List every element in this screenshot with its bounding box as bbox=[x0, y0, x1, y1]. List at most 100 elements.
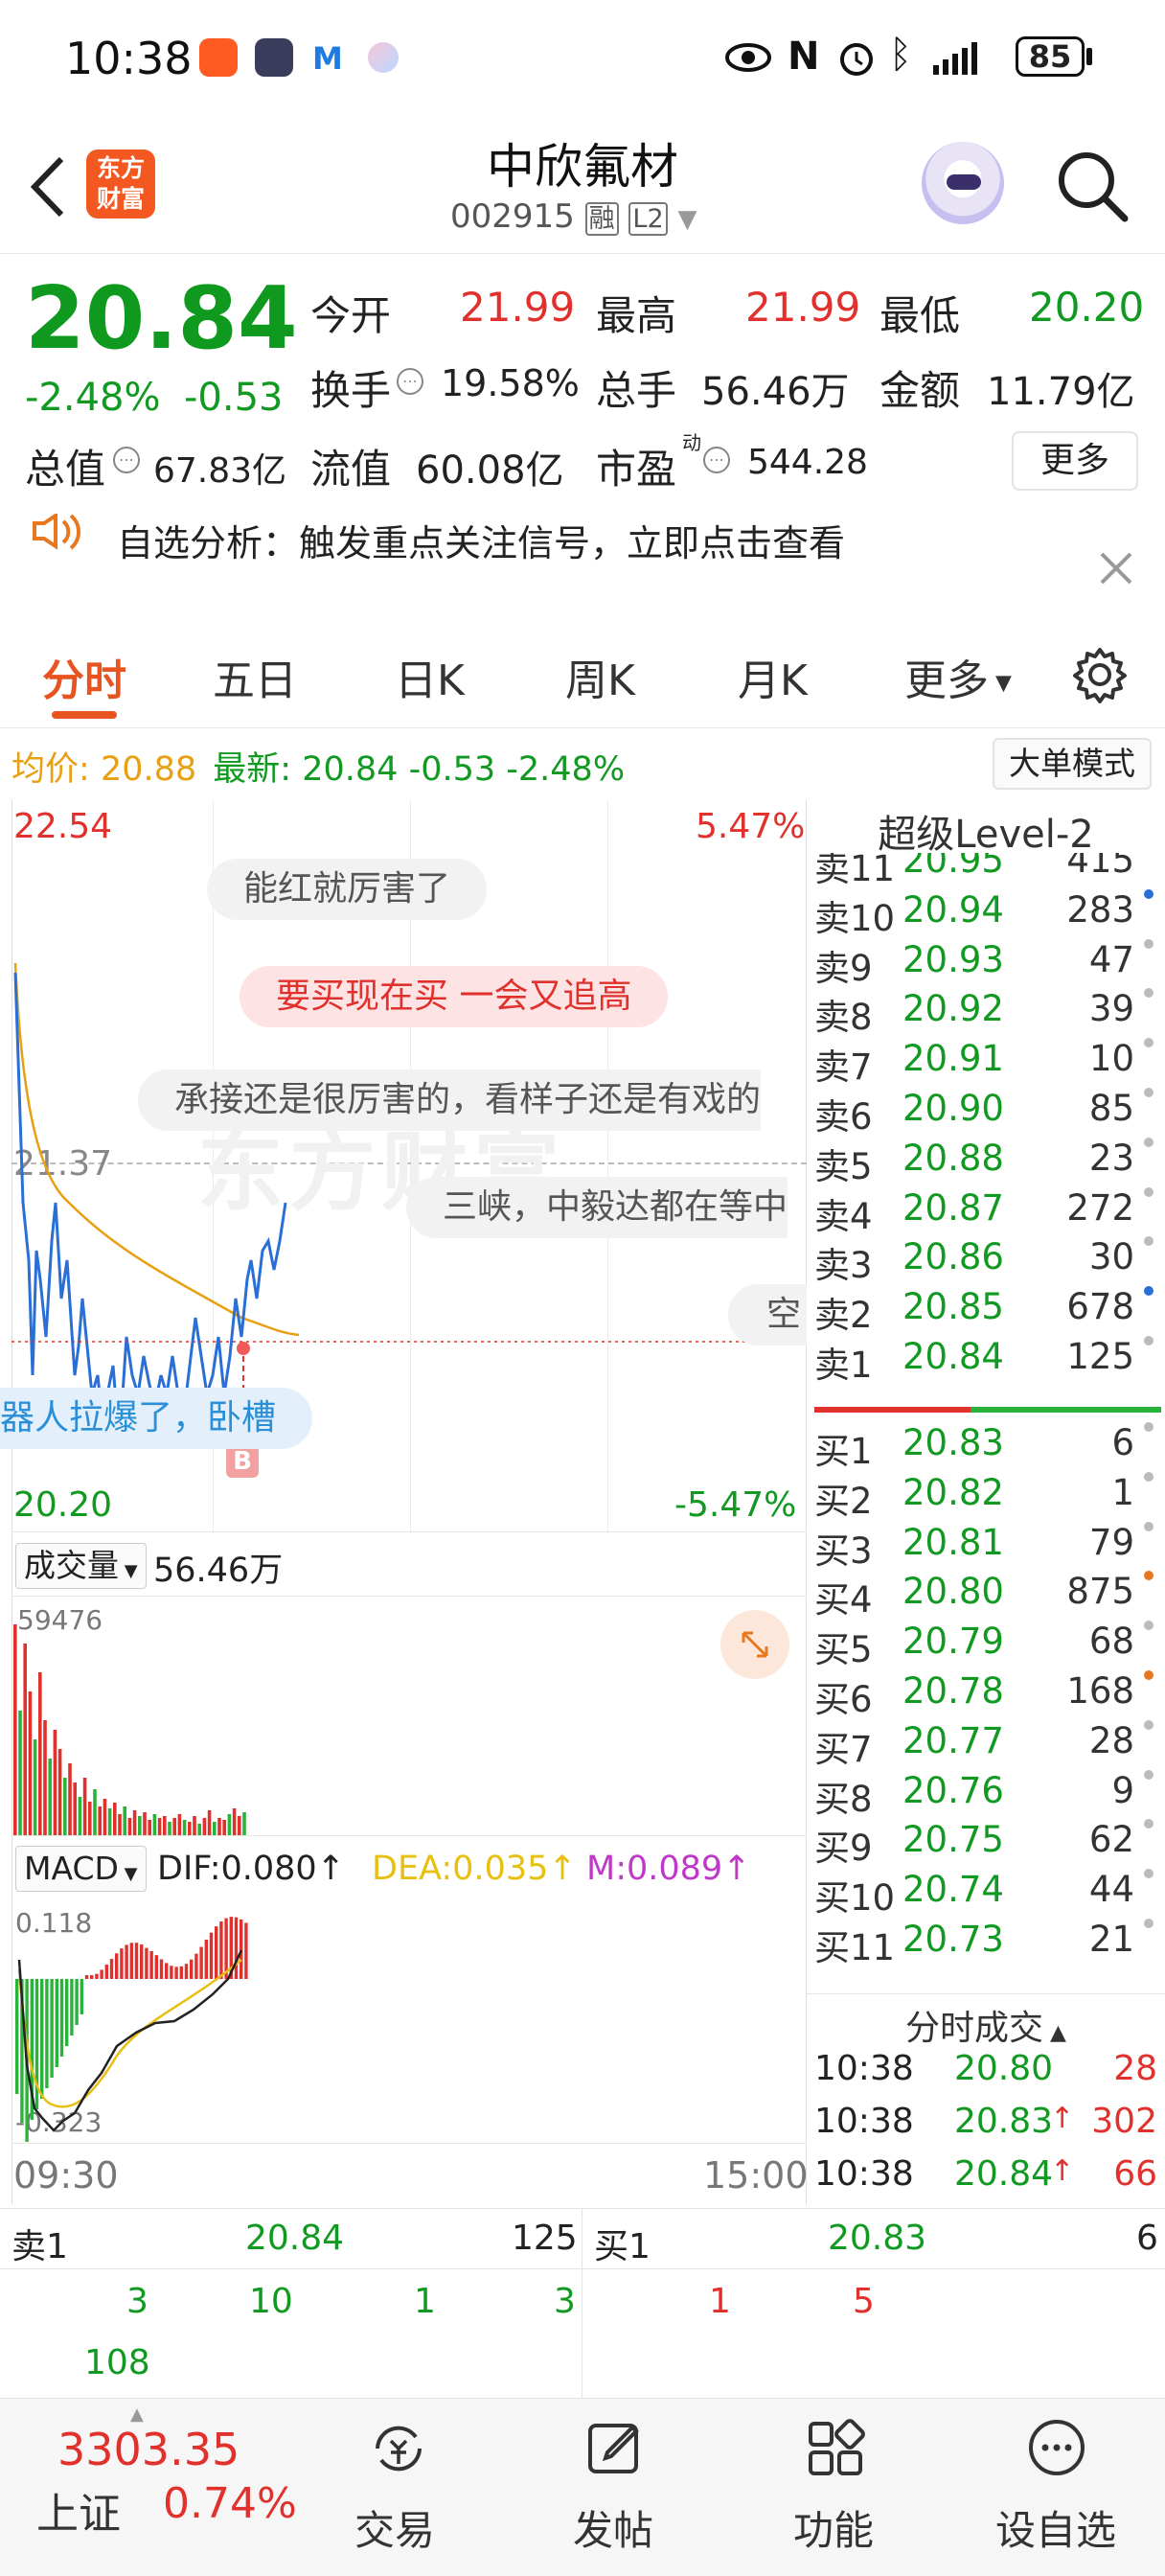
macd-indicator-selector[interactable]: MACD ▼ bbox=[15, 1846, 147, 1892]
big-order-dot-icon bbox=[1144, 938, 1154, 949]
buy-marker-badge[interactable]: B bbox=[226, 1445, 259, 1478]
volume-bar bbox=[238, 1816, 241, 1835]
ask-label: 卖2 bbox=[814, 1295, 873, 1337]
status-time: 10:38 bbox=[65, 33, 193, 84]
bid-row[interactable]: 买10 20.74 44 bbox=[814, 1869, 1159, 1919]
danmaku-bubble[interactable]: 能红就厉害了 bbox=[207, 859, 488, 920]
close-icon[interactable] bbox=[1098, 550, 1134, 586]
big-order-mode-button[interactable]: 大单模式 bbox=[993, 738, 1152, 790]
danmaku-bubble[interactable]: 空 bbox=[728, 1284, 807, 1346]
ask-row[interactable]: 卖3 20.86 30 bbox=[814, 1236, 1159, 1286]
macd-bar bbox=[100, 1969, 103, 1979]
ask-row[interactable]: 卖1 20.84 125 bbox=[814, 1336, 1159, 1386]
stock-code-row[interactable]: 002915 融 L2 ▼ bbox=[450, 197, 697, 236]
tab-monthly-k[interactable]: 月K bbox=[738, 646, 808, 707]
volume-bar bbox=[73, 1782, 77, 1835]
ask-volume: 272 bbox=[1066, 1186, 1134, 1229]
tick-time: 10:38 bbox=[814, 2049, 914, 2088]
bid-row[interactable]: 买1 20.83 6 bbox=[814, 1422, 1159, 1472]
queue-sell-volume: 125 bbox=[512, 2219, 578, 2258]
bid-row[interactable]: 买3 20.81 79 bbox=[814, 1521, 1159, 1572]
ask-row[interactable]: 卖11 20.95 415 bbox=[814, 853, 1159, 889]
alarm-icon bbox=[840, 43, 873, 76]
tab-more-label: 更多 bbox=[904, 656, 989, 705]
ask-label: 卖3 bbox=[814, 1245, 873, 1287]
volume-bar bbox=[13, 1624, 17, 1835]
danmaku-bubble[interactable]: 承接还是很厉害的，看样子还是有戏的 bbox=[138, 1070, 762, 1131]
app-notification-icon bbox=[199, 38, 238, 77]
battery-level: 85 bbox=[1028, 38, 1072, 75]
info-icon[interactable]: ⋯ bbox=[703, 447, 730, 473]
bid-row[interactable]: 买11 20.73 21 bbox=[814, 1919, 1159, 1968]
bid-row[interactable]: 买7 20.77 28 bbox=[814, 1719, 1159, 1770]
volume-indicator-selector[interactable]: 成交量 ▼ bbox=[15, 1543, 147, 1589]
queue-sell-label: 卖1 bbox=[11, 2227, 68, 2266]
bid-row[interactable]: 买4 20.80 875 bbox=[814, 1571, 1159, 1621]
speaker-icon bbox=[33, 514, 81, 550]
ask-row[interactable]: 卖7 20.91 10 bbox=[814, 1038, 1159, 1088]
volume-bar bbox=[127, 1818, 132, 1835]
stock-code: 002915 bbox=[450, 197, 575, 236]
tab-weekly-k[interactable]: 周K bbox=[565, 646, 635, 707]
danmaku-bubble[interactable]: 三峡，中毅达都在等中 bbox=[406, 1177, 788, 1238]
bid-price: 20.82 bbox=[902, 1471, 1004, 1513]
search-icon[interactable] bbox=[1054, 148, 1131, 224]
volume-bar bbox=[163, 1816, 167, 1835]
more-button[interactable]: 更多 bbox=[1012, 431, 1138, 491]
bid-label: 买7 bbox=[814, 1728, 873, 1770]
nav-trade[interactable]: 交易 bbox=[308, 2399, 481, 2576]
ticks-title-row[interactable]: 分时成交 ▲ bbox=[807, 1993, 1165, 2050]
bid-volume: 62 bbox=[1088, 1819, 1134, 1861]
volume-label: 成交量 bbox=[24, 1547, 119, 1584]
queue-buy-price: 20.83 bbox=[828, 2219, 927, 2258]
big-order-dot-icon bbox=[1144, 1236, 1154, 1247]
tab-five-day[interactable]: 五日 bbox=[213, 646, 297, 707]
index-ticker[interactable]: ▲ 3303.35 上证 0.74% bbox=[0, 2399, 316, 2576]
ask-volume: 23 bbox=[1088, 1137, 1134, 1179]
ask-row[interactable]: 卖4 20.87 272 bbox=[814, 1186, 1159, 1237]
level2-title[interactable]: 超级Level-2 bbox=[812, 803, 1159, 859]
danmaku-bubble[interactable]: 器人拉爆了，卧槽 bbox=[0, 1388, 313, 1449]
macd-bar bbox=[84, 1975, 89, 1979]
tab-more[interactable]: 更多 ▼ bbox=[904, 646, 1012, 707]
macd-bar bbox=[50, 1979, 54, 2078]
ask-price: 20.93 bbox=[902, 938, 1004, 980]
ask-row[interactable]: 卖8 20.92 39 bbox=[814, 988, 1159, 1038]
volume-bar bbox=[53, 1730, 57, 1835]
robot-assistant-icon[interactable] bbox=[922, 142, 1004, 224]
change-amount: -0.53 bbox=[184, 376, 284, 420]
ask-row[interactable]: 卖6 20.90 85 bbox=[814, 1088, 1159, 1138]
macd-chart bbox=[15, 1917, 248, 2142]
nav-post[interactable]: 发帖 bbox=[527, 2399, 699, 2576]
bid-row[interactable]: 买2 20.82 1 bbox=[814, 1471, 1159, 1522]
nav-add-watchlist[interactable]: 设自选 bbox=[970, 2399, 1142, 2576]
ask-row[interactable]: 卖2 20.85 678 bbox=[814, 1286, 1159, 1336]
ask-row[interactable]: 卖5 20.88 23 bbox=[814, 1137, 1159, 1187]
bid-price: 20.81 bbox=[902, 1521, 1004, 1563]
bid-row[interactable]: 买5 20.79 68 bbox=[814, 1621, 1159, 1670]
big-order-dot-icon bbox=[1144, 1719, 1154, 1730]
macd-bar bbox=[174, 1966, 178, 1979]
nav-watchlist-label: 设自选 bbox=[994, 2507, 1116, 2554]
bid-label: 买5 bbox=[814, 1629, 873, 1671]
volume-bar bbox=[207, 1810, 212, 1835]
bid-row[interactable]: 买8 20.76 9 bbox=[814, 1769, 1159, 1820]
tab-daily-k[interactable]: 日K bbox=[395, 646, 465, 707]
ask-label: 卖10 bbox=[814, 897, 896, 939]
settings-gear-icon[interactable] bbox=[1071, 646, 1129, 703]
notice-banner[interactable]: 自选分析：触发重点关注信号，立即点击查看 bbox=[0, 514, 1165, 621]
info-icon[interactable]: ⋯ bbox=[397, 368, 423, 395]
bid-row[interactable]: 买6 20.78 168 bbox=[814, 1670, 1159, 1720]
ask-row[interactable]: 卖9 20.93 47 bbox=[814, 938, 1159, 989]
bid-volume: 79 bbox=[1088, 1521, 1134, 1563]
macd-dif: DIF:0.080↑ bbox=[157, 1850, 346, 1888]
bid-row[interactable]: 买9 20.75 62 bbox=[814, 1819, 1159, 1869]
ask-row[interactable]: 卖10 20.94 283 bbox=[814, 888, 1159, 939]
tab-intraday[interactable]: 分时 bbox=[42, 646, 126, 707]
ask-label: 卖5 bbox=[814, 1145, 873, 1187]
nav-function[interactable]: 功能 bbox=[747, 2399, 920, 2576]
info-icon[interactable]: ⋯ bbox=[113, 447, 140, 473]
danmaku-bubble[interactable]: 要买现在买 一会又追高 bbox=[240, 966, 669, 1027]
stock-header: 东方 财富 中欣氟材 002915 融 L2 ▼ bbox=[0, 115, 1165, 254]
bid-label: 买6 bbox=[814, 1679, 873, 1720]
